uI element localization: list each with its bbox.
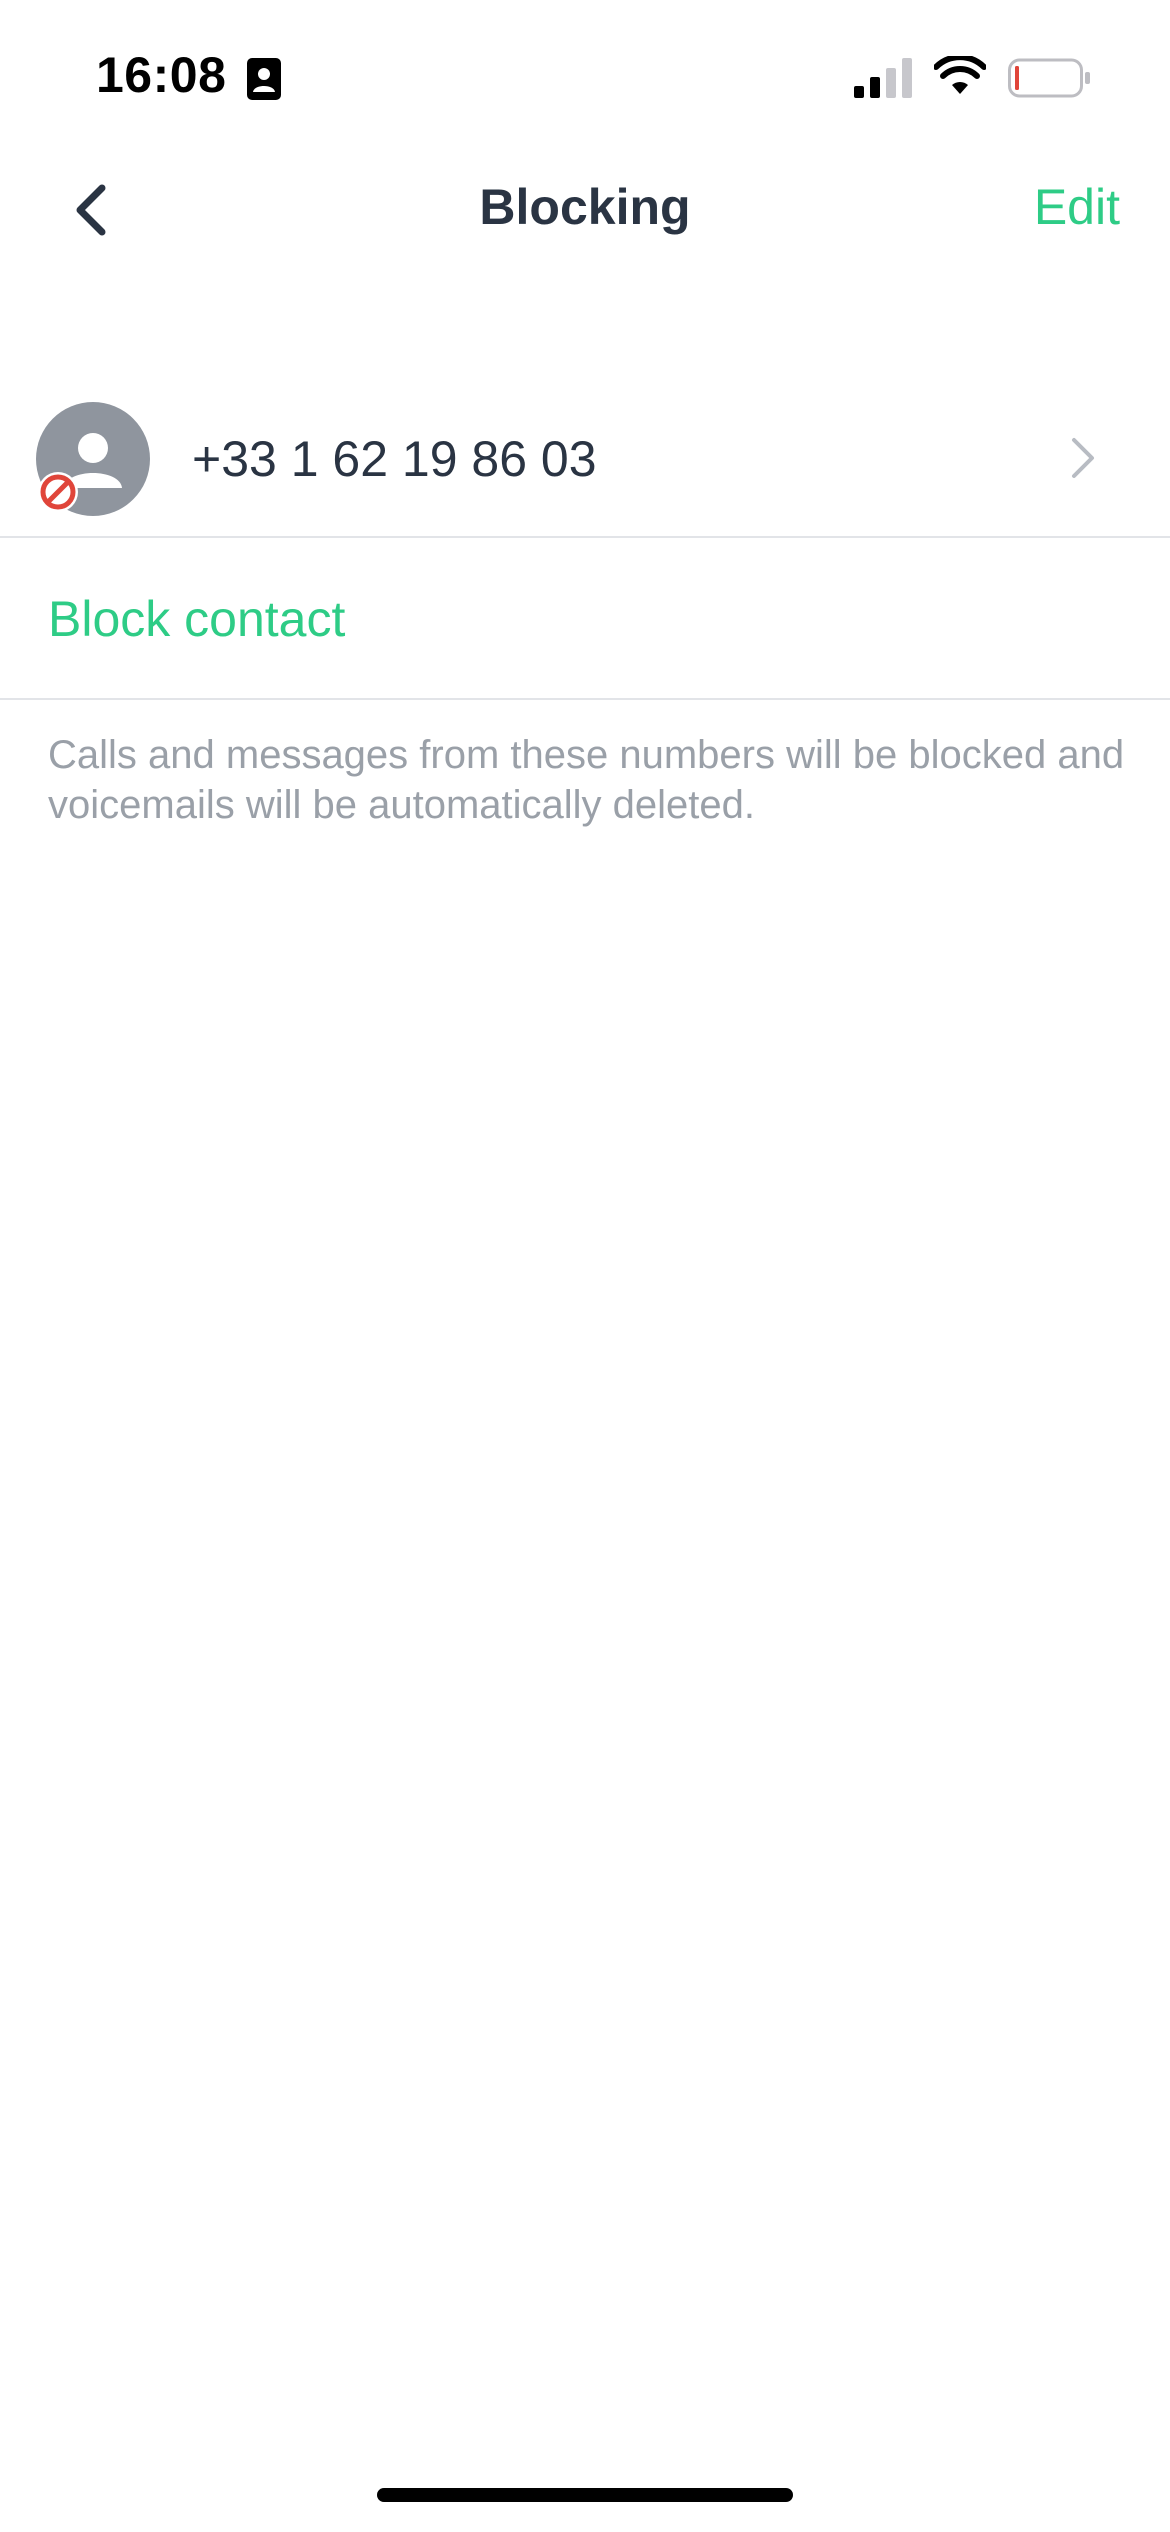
page-title: Blocking: [479, 179, 691, 235]
blocked-icon: [38, 472, 78, 512]
block-contact-button[interactable]: Block contact: [0, 538, 1170, 700]
blocked-phone-number: +33 1 62 19 86 03: [192, 431, 597, 487]
signal-icon: [854, 58, 912, 98]
edit-button[interactable]: Edit: [1034, 178, 1120, 236]
blocking-info-text: Calls and messages from these numbers wi…: [48, 733, 1125, 827]
home-indicator[interactable]: [377, 2488, 793, 2502]
status-time: 16:08: [96, 47, 227, 103]
contact-card-icon: [247, 58, 281, 100]
blocking-screen: 16:08 Blocking Edit +33 1 62 19 86 03 Bl…: [0, 0, 1170, 2532]
battery-icon: [1008, 58, 1090, 98]
blocked-number-row[interactable]: +33 1 62 19 86 03: [0, 394, 1170, 538]
status-bar: 16:08: [0, 0, 1170, 150]
block-contact-label: Block contact: [48, 591, 346, 647]
wifi-icon: [934, 56, 986, 94]
chevron-right-icon: [1072, 438, 1094, 478]
navigation-bar: Blocking Edit: [0, 150, 1170, 270]
